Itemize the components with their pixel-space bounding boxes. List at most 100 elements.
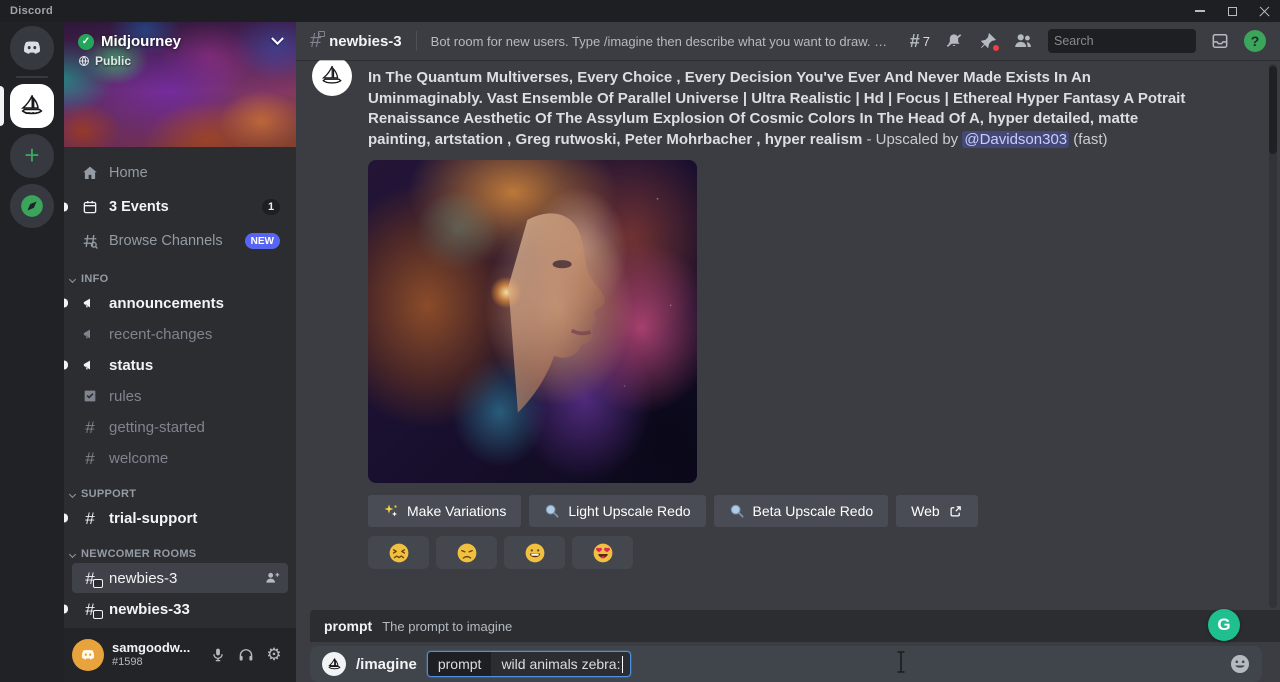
autocomplete-option[interactable]: prompt (324, 618, 372, 634)
pinned-messages-button[interactable] (978, 31, 998, 51)
megaphone-icon (80, 357, 100, 373)
hash-chat-icon: # (80, 570, 100, 587)
channel-newbies-3[interactable]: # newbies-3 (72, 563, 288, 593)
grinning-face-icon (525, 543, 545, 563)
section-info[interactable]: INFO (64, 259, 296, 288)
channel-name: recent-changes (109, 326, 212, 343)
user-discriminator: #1598 (112, 656, 190, 669)
maximize-button[interactable] (1216, 0, 1248, 22)
explore-servers-button[interactable] (10, 184, 54, 228)
channel-name: status (109, 357, 153, 374)
deafen-button[interactable] (232, 641, 260, 669)
make-variations-button[interactable]: Make Variations (368, 495, 521, 527)
channel-status[interactable]: status (72, 350, 288, 380)
section-newcomer-rooms[interactable]: NEWCOMER ROOMS (64, 534, 296, 563)
generated-image[interactable] (368, 160, 697, 483)
section-title: NEWCOMER ROOMS (81, 548, 196, 560)
add-server-button[interactable]: + (10, 134, 54, 178)
message-composer[interactable]: /imagine prompt wild animals zebra: (310, 646, 1262, 682)
member-list-button[interactable] (1012, 30, 1034, 52)
user-settings-button[interactable]: ⚙ (260, 641, 288, 669)
threads-button[interactable]: # 7 (910, 31, 930, 52)
chevron-down-icon (271, 32, 284, 45)
channel-getting-started[interactable]: # getting-started (72, 412, 288, 442)
sidebar-item-browse-channels[interactable]: Browse Channels NEW (72, 225, 288, 257)
heart-eyes-face-icon (593, 543, 613, 563)
avatar[interactable] (72, 639, 104, 671)
external-link-icon (948, 504, 963, 519)
globe-icon (78, 55, 90, 67)
server-header[interactable]: ✓ Midjourney (64, 22, 296, 50)
channel-name: trial-support (109, 510, 197, 527)
channel-topic[interactable]: Bot room for new users. Type /imagine th… (431, 34, 892, 49)
sidebar-item-label: Home (109, 165, 148, 181)
main-chat-area: # newbies-3 Bot room for new users. Type… (296, 22, 1280, 682)
option-value-input[interactable]: wild animals zebra: (491, 652, 630, 676)
slash-command: /imagine (356, 656, 417, 673)
notification-settings-button[interactable] (944, 31, 964, 51)
bot-avatar[interactable] (312, 60, 352, 96)
channel-newbies-33[interactable]: # newbies-33 (72, 594, 288, 624)
selected-server-pill (0, 86, 4, 126)
web-button[interactable]: Web (896, 495, 978, 527)
reaction-heart-eyes-face[interactable] (572, 536, 633, 569)
unread-pill (64, 203, 68, 212)
command-option-pill[interactable]: prompt wild animals zebra: (427, 651, 631, 677)
user-mention[interactable]: @Davidson303 (962, 131, 1069, 148)
close-button[interactable] (1248, 0, 1280, 22)
reaction-confounded-face[interactable] (368, 536, 429, 569)
hash-icon: # (80, 510, 100, 527)
minimize-icon (1195, 10, 1205, 11)
server-banner[interactable]: ✓ Midjourney Public (64, 22, 296, 147)
channel-rules[interactable]: rules (72, 381, 288, 411)
megaphone-icon (80, 326, 100, 342)
message-text: In The Quantum Multiverses, Every Choice… (368, 68, 1203, 150)
mute-microphone-button[interactable] (204, 641, 232, 669)
emoji-picker-button[interactable] (1230, 654, 1250, 674)
sidebar-item-label: Browse Channels (109, 233, 223, 249)
channel-name: rules (109, 388, 142, 405)
channel-list: Home 3 Events 1 Browse Channels NEW INFO (64, 147, 296, 628)
section-support[interactable]: SUPPORT (64, 474, 296, 503)
sidebar-item-home[interactable]: Home (72, 157, 288, 189)
sidebar-item-events[interactable]: 3 Events 1 (72, 191, 288, 223)
grammarly-icon: G (1217, 615, 1230, 635)
slash-command-autocomplete[interactable]: prompt The prompt to imagine G (310, 610, 1280, 642)
unread-pill (64, 361, 68, 370)
reaction-grinning-face[interactable] (504, 536, 565, 569)
reaction-disappointed-face[interactable] (436, 536, 497, 569)
inbox-button[interactable] (1210, 31, 1230, 51)
user-panel: samgoodw... #1598 ⚙ (64, 628, 296, 682)
server-name: Midjourney (101, 33, 181, 50)
channel-announcements[interactable]: announcements (72, 288, 288, 318)
search-box[interactable] (1048, 29, 1196, 53)
channel-title: newbies-3 (329, 33, 402, 50)
bot-avatar-small (322, 652, 346, 676)
message: In The Quantum Multiverses, Every Choice… (312, 68, 1280, 569)
beta-upscale-redo-button[interactable]: Beta Upscale Redo (714, 495, 889, 527)
microphone-icon (209, 646, 227, 664)
channel-recent-changes[interactable]: recent-changes (72, 319, 288, 349)
user-info[interactable]: samgoodw... #1598 (112, 641, 190, 669)
message-body: In The Quantum Multiverses, Every Choice… (368, 68, 1203, 569)
events-count-badge: 1 (262, 199, 280, 215)
server-midjourney-button[interactable] (10, 84, 54, 128)
mouse-text-cursor (895, 650, 907, 679)
discord-home-button[interactable] (10, 26, 54, 70)
pin-notification-dot (992, 44, 1000, 52)
maximize-icon (1228, 7, 1237, 16)
light-upscale-redo-button[interactable]: Light Upscale Redo (529, 495, 705, 527)
inbox-icon (1210, 31, 1230, 51)
minimize-button[interactable] (1184, 0, 1216, 22)
invite-people-icon[interactable] (264, 570, 280, 586)
compass-icon (19, 193, 45, 219)
grammarly-button[interactable]: G (1208, 609, 1240, 641)
channel-welcome[interactable]: # welcome (72, 443, 288, 473)
upscaled-note: - Upscaled by (862, 131, 962, 148)
help-button[interactable]: ? (1244, 30, 1266, 52)
sidebar-item-label: 3 Events (109, 199, 169, 215)
search-input[interactable] (1054, 34, 1215, 48)
channel-sidebar: ✓ Midjourney Public Home 3 Events 1 (64, 22, 296, 682)
channel-trial-support[interactable]: # trial-support (72, 503, 288, 533)
button-label: Web (911, 503, 940, 519)
